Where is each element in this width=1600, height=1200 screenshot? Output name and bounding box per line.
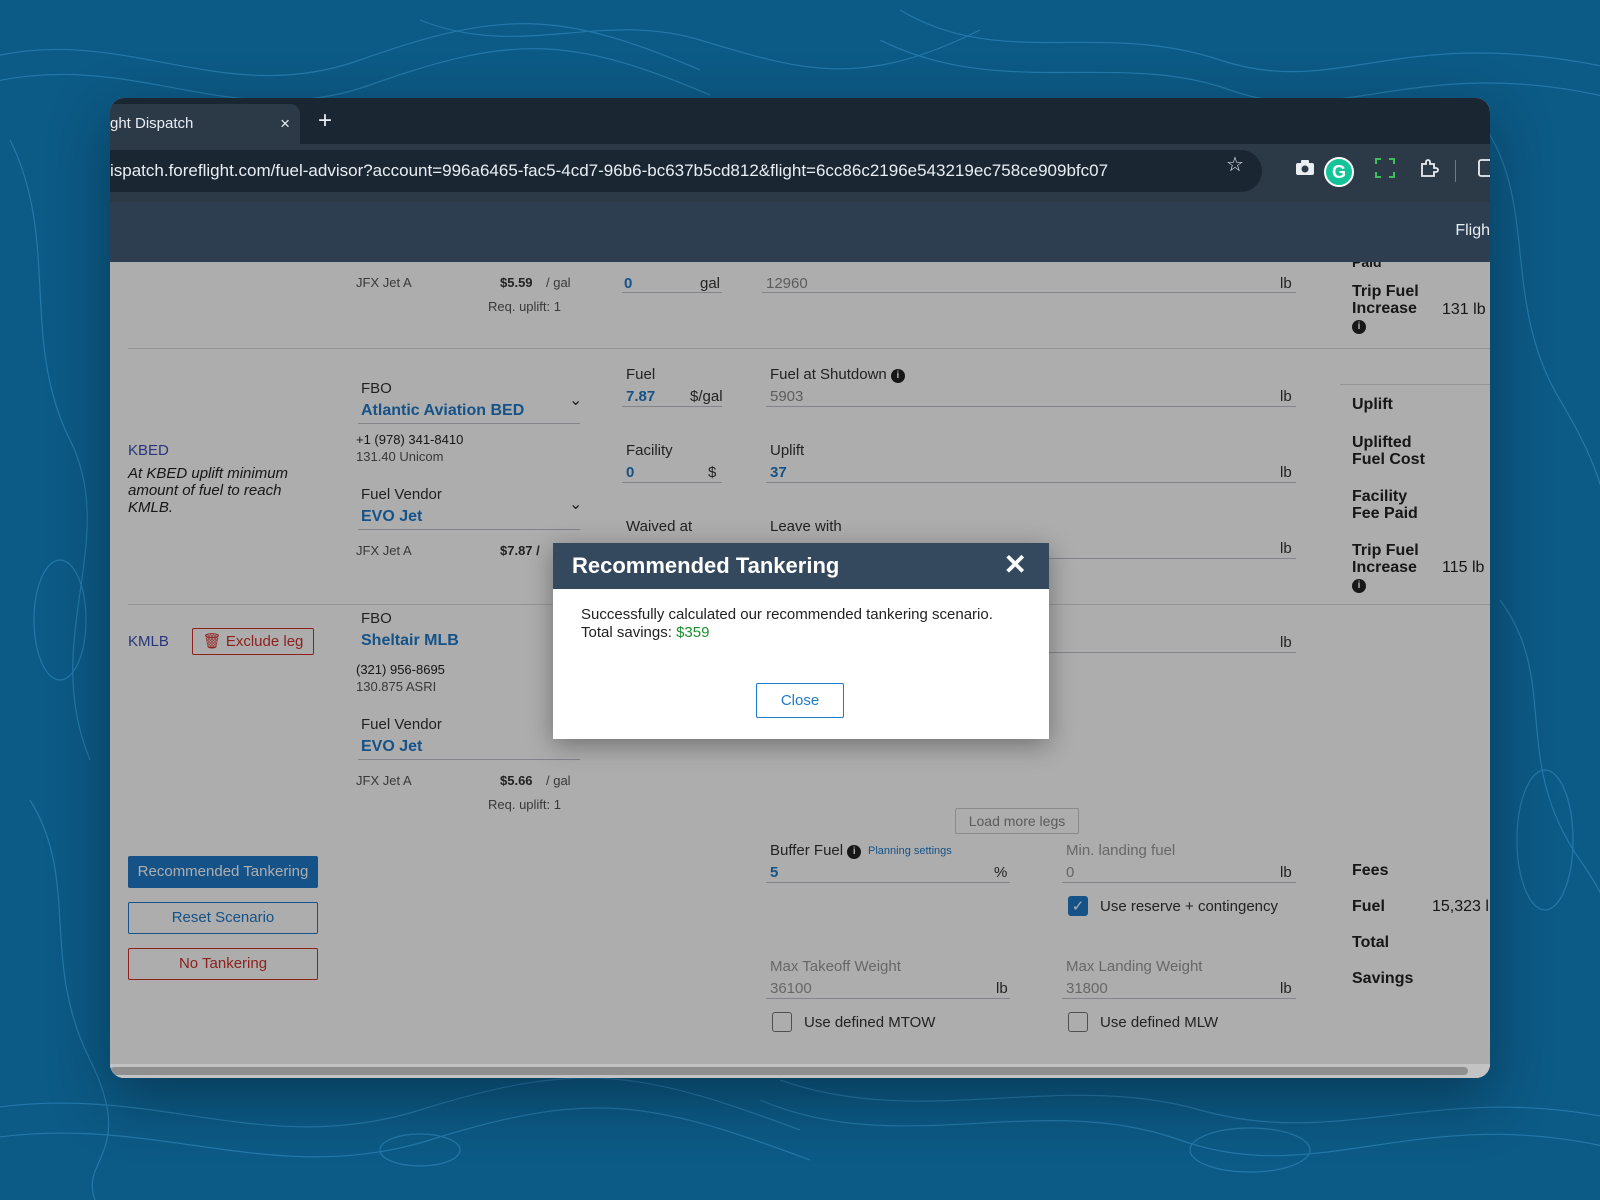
app-header: Fligh — [110, 202, 1490, 262]
close-icon[interactable]: ✕ — [1004, 549, 1027, 581]
header-nav-link[interactable]: Fligh — [1455, 222, 1490, 240]
tab-close-icon[interactable]: × — [280, 104, 290, 144]
total-savings-line: Total savings: $359 — [581, 624, 993, 642]
grammarly-icon[interactable]: G — [1324, 157, 1354, 187]
tab-title: ght Dispatch — [110, 115, 194, 132]
scrollbar-thumb[interactable] — [110, 1067, 1468, 1075]
modal-close-button[interactable]: Close — [756, 683, 844, 718]
total-savings-value: $359 — [676, 624, 710, 641]
bookmark-star-icon[interactable]: ☆ — [1226, 152, 1244, 177]
url-text: ispatch.foreflight.com/fuel-advisor?acco… — [110, 161, 1109, 180]
total-savings-label: Total savings: — [581, 624, 672, 641]
modal-header: Recommended Tankering ✕ — [553, 543, 1049, 589]
tab-strip: ght Dispatch × + — [110, 98, 1490, 144]
browser-tab[interactable]: ght Dispatch × — [110, 104, 300, 144]
browser-toolbar: ispatch.foreflight.com/fuel-advisor?acco… — [110, 144, 1490, 202]
toolbar-divider — [1455, 160, 1456, 182]
browser-window: ght Dispatch × + ispatch.foreflight.com/… — [110, 98, 1490, 1078]
modal-message: Successfully calculated our recommended … — [581, 606, 993, 642]
modal-title: Recommended Tankering — [572, 553, 840, 578]
screenshot-capture-icon[interactable] — [1372, 158, 1398, 184]
modal-message-text: Successfully calculated our recommended … — [581, 606, 993, 623]
address-bar[interactable]: ispatch.foreflight.com/fuel-advisor?acco… — [110, 150, 1262, 192]
recommended-tankering-modal: Recommended Tankering ✕ Successfully cal… — [553, 543, 1049, 739]
extensions-puzzle-icon[interactable] — [1416, 158, 1442, 184]
camera-icon[interactable] — [1292, 158, 1318, 184]
new-tab-button[interactable]: + — [318, 106, 332, 136]
horizontal-scrollbar[interactable] — [110, 1064, 1490, 1078]
side-panel-icon[interactable] — [1472, 158, 1490, 184]
